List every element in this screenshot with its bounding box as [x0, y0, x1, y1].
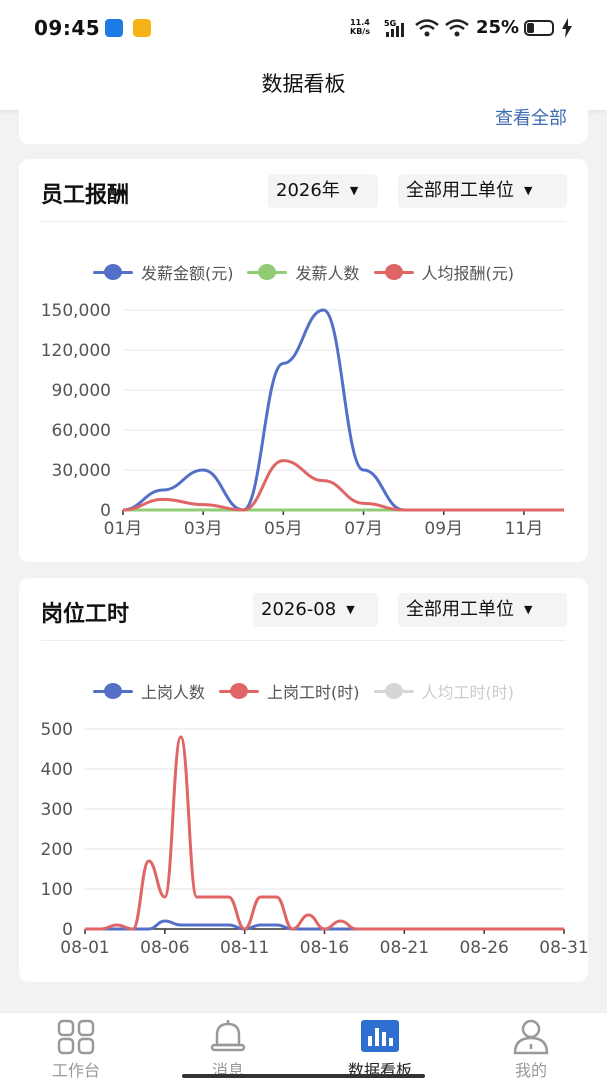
x-tick-label: 08-06	[140, 938, 189, 958]
x-tick-label: 05月	[264, 519, 303, 539]
y-tick-label: 0	[100, 501, 111, 521]
bottom-tab-bar: 工作台 消息 数据看板 我的	[0, 1012, 607, 1081]
y-tick-label: 0	[62, 920, 73, 940]
salary-line-chart: 0 30,000 60,000 90,000 120,000 150,000 01月 03月 0…	[41, 301, 564, 539]
app-notification-icon	[133, 19, 151, 37]
x-tick-label: 03月	[184, 519, 223, 539]
hours-line-chart: 0 100 200 300 400 500 08-01 08-06 08-11 08-16 08-2…	[41, 720, 588, 958]
y-tick-label: 150,000	[41, 301, 111, 321]
y-tick-label: 120,000	[41, 341, 111, 361]
status-bar: 09:45 11.4 KB/s 5G 25%	[0, 0, 607, 56]
previous-card: 查看全部	[19, 108, 588, 144]
x-tick-label: 01月	[104, 519, 143, 539]
wifi-icon	[445, 19, 469, 37]
series-line	[122, 308, 564, 512]
page-title: 数据看板	[261, 72, 346, 96]
net-speed-value: 11.4	[350, 18, 370, 27]
series-line	[84, 735, 564, 931]
tab-messages[interactable]: 消息	[168, 1013, 288, 1081]
tab-profile[interactable]: 我的	[471, 1013, 591, 1081]
bell-icon	[210, 1020, 246, 1052]
x-tick-label: 08-21	[380, 938, 429, 958]
cellular-signal-icon: 5G	[384, 19, 404, 37]
y-tick-label: 90,000	[52, 381, 111, 401]
chart-icon	[361, 1020, 399, 1052]
view-all-link[interactable]: 查看全部	[495, 104, 567, 130]
net-speed-unit: KB/s	[350, 27, 370, 36]
x-tick-label: 08-16	[300, 938, 349, 958]
y-tick-label: 60,000	[52, 421, 111, 441]
user-icon	[513, 1019, 549, 1055]
page-header: 数据看板	[0, 56, 607, 110]
tab-label: 工作台	[51, 1061, 100, 1080]
y-tick-label: 100	[41, 880, 73, 900]
grid-icon	[57, 1019, 95, 1055]
x-tick-label: 08-01	[60, 938, 109, 958]
home-indicator	[182, 1074, 425, 1078]
battery-percent: 25%	[476, 17, 520, 38]
salary-card: 员工报酬 2026年 ▼ 全部用工单位 ▼ 发薪金额(元) 发薪人数 人均报酬(…	[19, 159, 588, 562]
x-tick-label: 11月	[505, 519, 544, 539]
charging-icon	[562, 18, 572, 38]
x-tick-label: 08-31	[539, 938, 588, 958]
status-time: 09:45	[34, 16, 101, 40]
app-notification-icon	[105, 19, 123, 37]
tab-dashboard[interactable]: 数据看板	[320, 1013, 440, 1081]
wifi-icon	[415, 19, 439, 37]
x-tick-label: 08-26	[459, 938, 508, 958]
x-tick-label: 07月	[344, 519, 383, 539]
battery-icon	[524, 20, 554, 36]
tab-workbench[interactable]: 工作台	[16, 1013, 136, 1081]
y-tick-label: 400	[41, 760, 73, 780]
x-tick-label: 08-11	[220, 938, 269, 958]
y-tick-label: 30,000	[52, 461, 111, 481]
tab-label: 我的	[514, 1061, 547, 1080]
hours-card: 岗位工时 2026-08 ▼ 全部用工单位 ▼ 上岗人数 上岗工时(时) 人均工…	[19, 578, 588, 982]
y-tick-label: 200	[41, 840, 73, 860]
y-tick-label: 300	[41, 800, 73, 820]
series-line	[122, 459, 564, 512]
network-speed: 11.4 KB/s	[350, 18, 370, 36]
y-tick-label: 500	[41, 720, 73, 740]
signal-label: 5G	[384, 19, 396, 28]
x-tick-label: 09月	[424, 519, 463, 539]
